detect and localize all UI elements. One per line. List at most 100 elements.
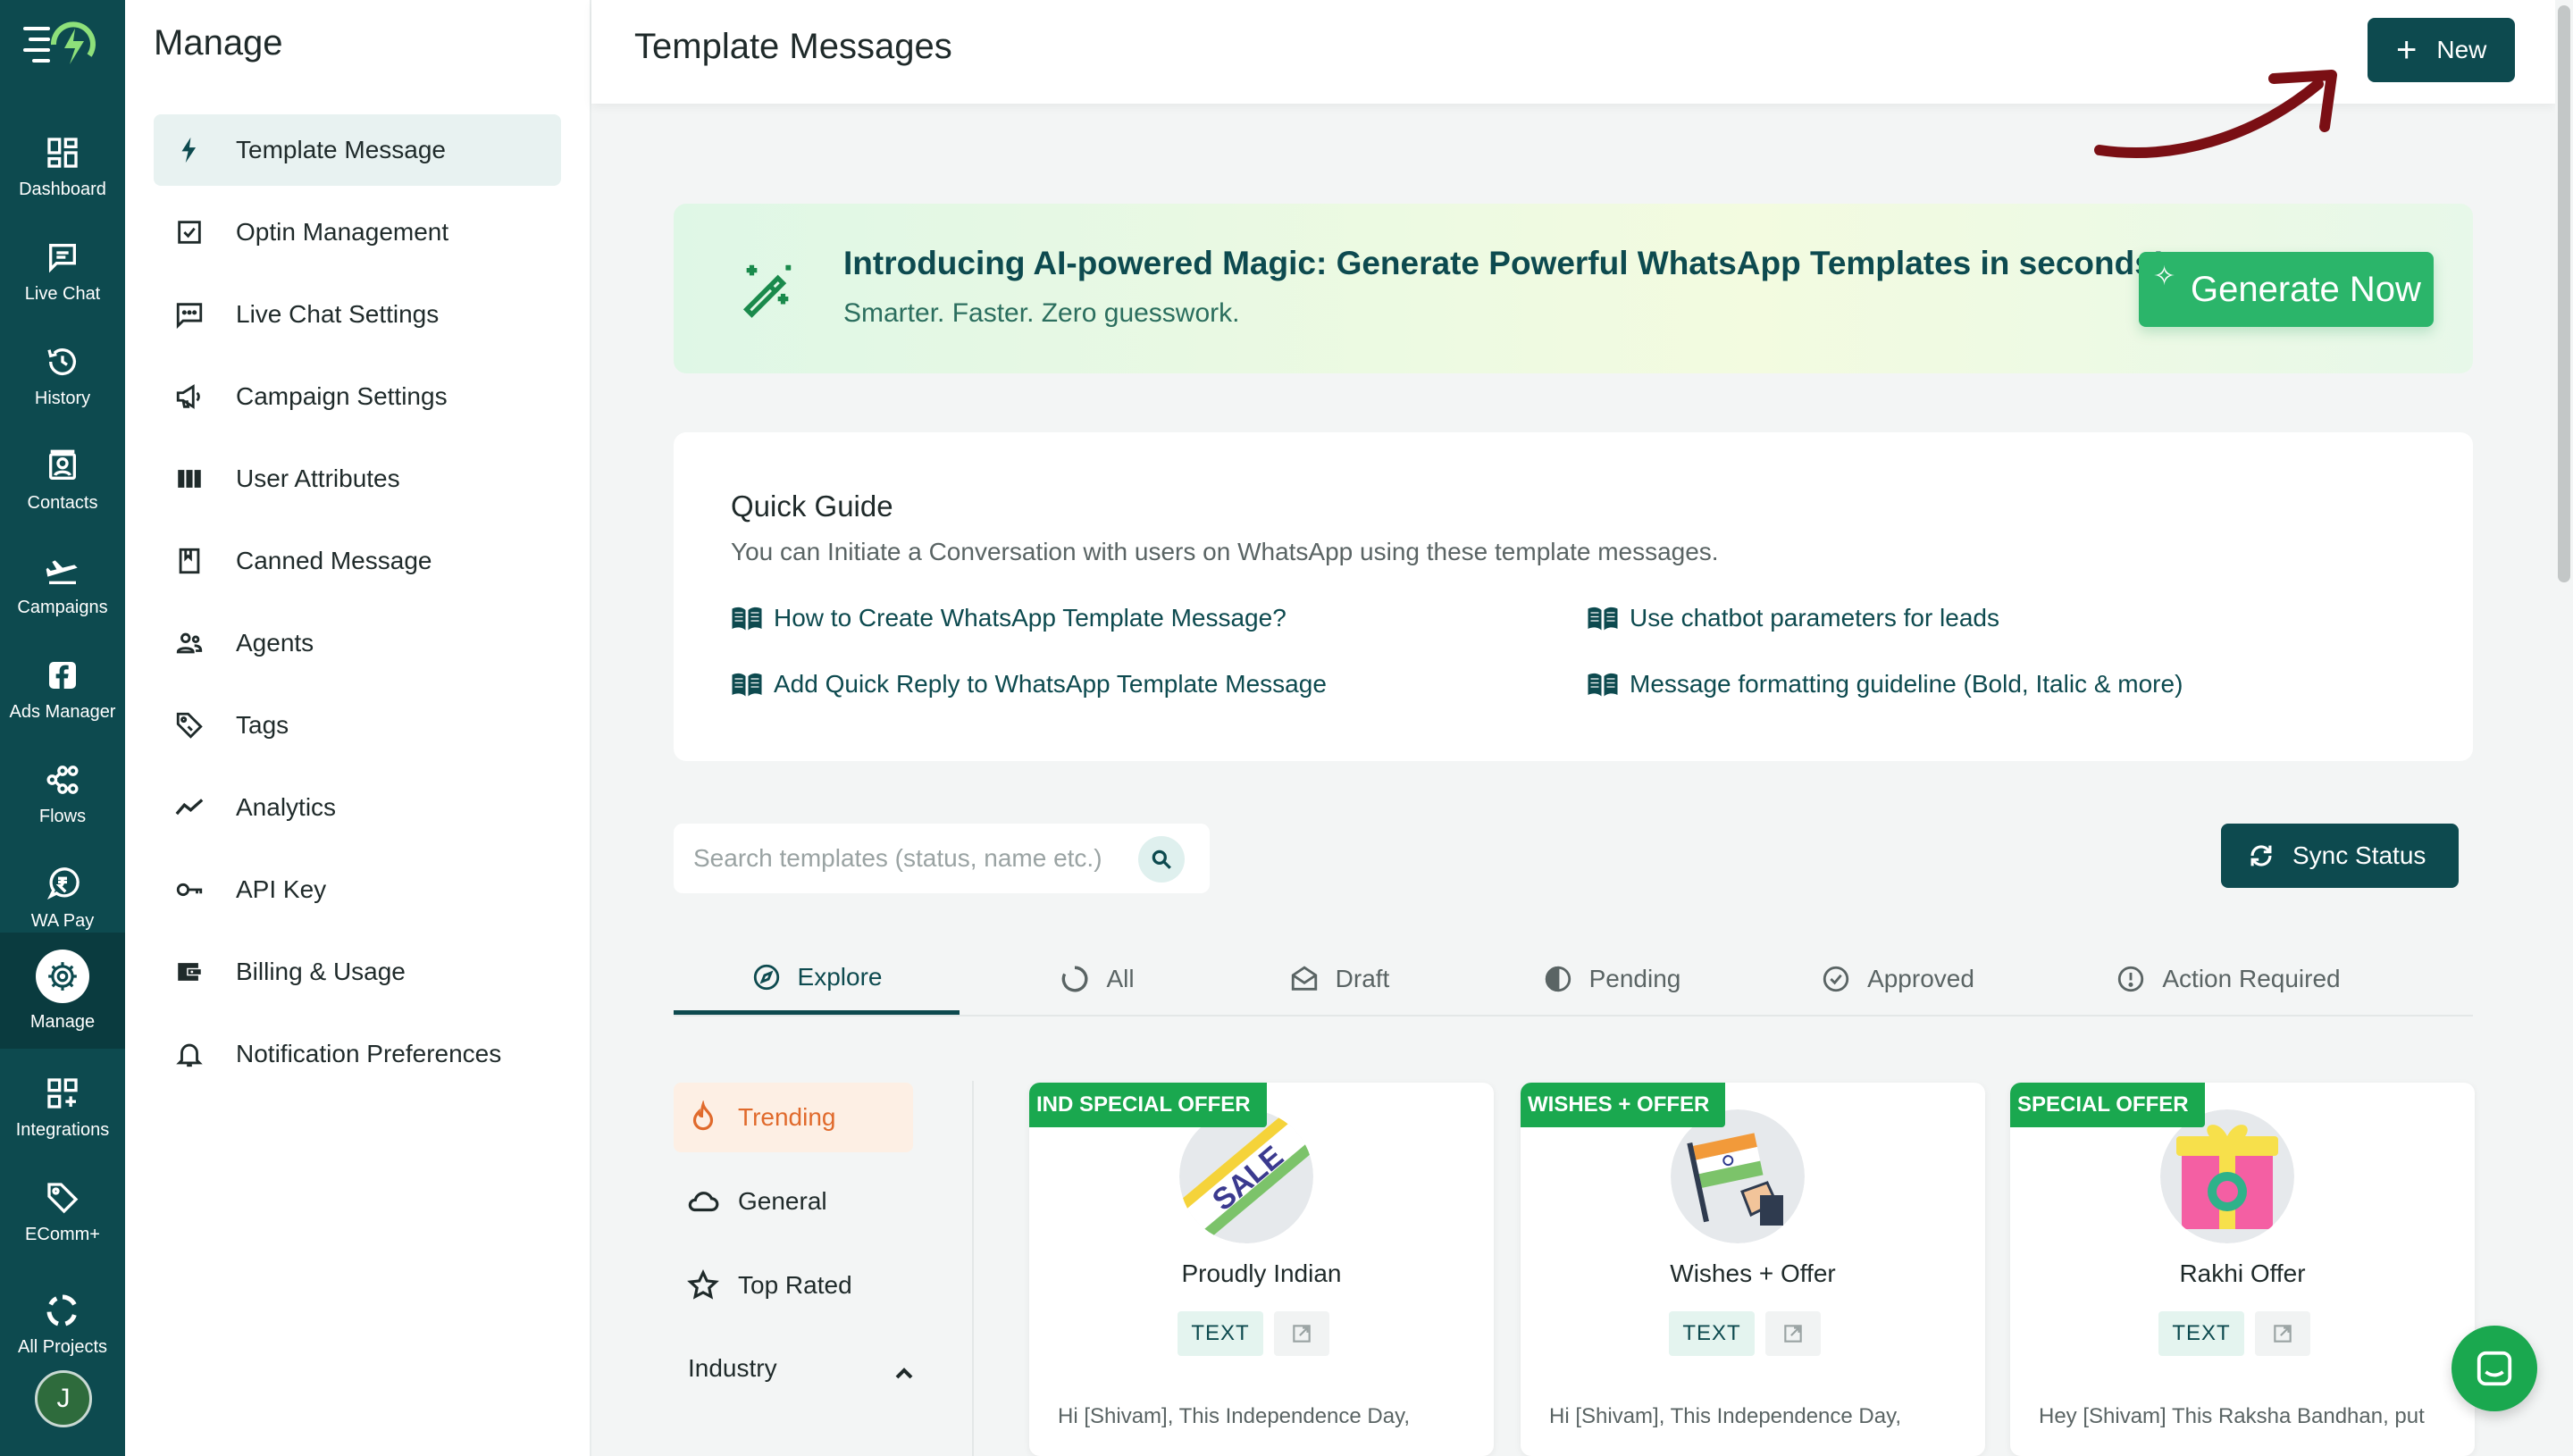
tab-approved[interactable]: Approved — [1764, 943, 2032, 1015]
search-input[interactable] — [693, 840, 1140, 877]
fire-icon — [692, 1100, 714, 1131]
app-logo-icon[interactable] — [21, 20, 100, 70]
integrations-icon — [47, 1077, 78, 1109]
tab-all[interactable]: All — [1008, 943, 1186, 1015]
book-icon — [1588, 607, 1618, 631]
guide-link[interactable]: How to Create WhatsApp Template Message? — [731, 604, 1286, 632]
template-card[interactable]: WISHES + OFFER Wishes + Offer TEXT Hi [S… — [1521, 1083, 1985, 1456]
scrollbar-thumb[interactable] — [2558, 5, 2570, 582]
generate-now-label: Generate Now — [2191, 269, 2421, 309]
card-badge: IND SPECIAL OFFER — [1029, 1083, 1267, 1127]
rail-item-contacts[interactable]: Contacts — [0, 431, 125, 530]
category-top-rated[interactable]: Top Rated — [674, 1251, 913, 1320]
category-trending[interactable]: Trending — [674, 1083, 913, 1152]
tab-label: Draft — [1335, 965, 1390, 992]
sidebar-item-billing-usage[interactable]: Billing & Usage — [154, 936, 561, 1008]
sidebar-item-label: API Key — [236, 875, 327, 903]
open-template-button[interactable] — [1274, 1311, 1329, 1356]
card-title: Wishes + Offer — [1670, 1259, 1836, 1287]
gear-icon-wrap — [36, 949, 89, 1003]
rail-label: Manage — [29, 1011, 96, 1032]
rail-item-manage[interactable]: Manage — [0, 933, 125, 1049]
sync-status-button[interactable]: Sync Status — [2221, 824, 2459, 888]
sidebar-item-label: Agents — [236, 629, 314, 657]
rail-label: Integrations — [15, 1119, 110, 1140]
sidebar-item-api-key[interactable]: API Key — [154, 854, 561, 925]
card-type-badge: TEXT — [1178, 1311, 1263, 1356]
analytics-icon — [173, 791, 205, 824]
chat-icon — [49, 243, 76, 272]
card-type-badge: TEXT — [2158, 1311, 2244, 1356]
sidebar-item-optin-management[interactable]: Optin Management — [154, 197, 561, 268]
compass-icon — [753, 964, 779, 990]
external-link-icon — [1784, 1325, 1802, 1343]
category-divider — [972, 1081, 974, 1456]
avatar[interactable]: J — [35, 1370, 92, 1427]
sync-status-label: Sync Status — [2292, 841, 2426, 869]
industry-heading[interactable]: Industry — [688, 1354, 777, 1383]
card-title: Rakhi Offer — [2179, 1259, 2306, 1287]
rail-label: Ads Manager — [9, 701, 116, 722]
tab-draft[interactable]: Draft — [1236, 943, 1442, 1015]
category-label: Trending — [738, 1103, 836, 1131]
tags-icon — [173, 709, 205, 741]
agents-icon — [173, 627, 205, 659]
support-chat-button[interactable] — [2451, 1326, 2537, 1411]
checkbox-icon — [173, 216, 205, 248]
search-button[interactable] — [1138, 836, 1185, 883]
open-template-button[interactable] — [2255, 1311, 2310, 1356]
rail-item-integrations[interactable]: Integrations — [0, 1059, 125, 1157]
sidebar-item-label: Template Message — [236, 136, 447, 163]
envelope-icon — [1291, 966, 1317, 991]
rail-item-all-projects[interactable]: All Projects — [0, 1276, 125, 1374]
tab-label: All — [1106, 965, 1135, 992]
sidebar-item-tags[interactable]: Tags — [154, 690, 561, 761]
open-template-button[interactable] — [1765, 1311, 1821, 1356]
bookmark-icon — [173, 545, 205, 577]
sidebar-item-user-attributes[interactable]: User Attributes — [154, 443, 561, 515]
rail-label: Flows — [38, 806, 87, 826]
search-icon — [1152, 849, 1171, 869]
chat-bubble-icon — [2477, 1351, 2512, 1386]
sidebar-item-label: Notification Preferences — [236, 1040, 502, 1067]
flows-icon — [46, 765, 79, 794]
guide-link[interactable]: Message formatting guideline (Bold, Ital… — [1587, 670, 2183, 699]
ai-banner-title: Introducing AI-powered Magic: Generate P… — [843, 245, 2165, 281]
card-type-badge: TEXT — [1669, 1311, 1755, 1356]
sidebar-item-template-message[interactable]: Template Message — [154, 114, 561, 186]
guide-link[interactable]: Add Quick Reply to WhatsApp Template Mes… — [731, 670, 1327, 699]
sidebar-item-analytics[interactable]: Analytics — [154, 772, 561, 843]
sidebar-item-live-chat-settings[interactable]: Live Chat Settings — [154, 279, 561, 350]
chevron-up-icon[interactable] — [890, 1360, 918, 1388]
key-icon — [173, 874, 205, 906]
sidebar-item-canned-message[interactable]: Canned Message — [154, 525, 561, 597]
rail-item-flows[interactable]: Flows — [0, 745, 125, 843]
rail-item-ecomm[interactable]: EComm+ — [0, 1163, 125, 1261]
contacts-icon — [49, 449, 76, 480]
sidebar-item-notification-preferences[interactable]: Notification Preferences — [154, 1018, 561, 1090]
sidebar-item-agents[interactable]: Agents — [154, 607, 561, 679]
rail-label: Contacts — [27, 492, 98, 513]
rail-item-campaigns[interactable]: Campaigns — [0, 536, 125, 634]
category-general[interactable]: General — [674, 1167, 913, 1236]
rail-item-dashboard[interactable]: Dashboard — [0, 118, 125, 216]
sidebar-item-label: Optin Management — [236, 218, 449, 246]
template-card[interactable]: SALE IND SPECIAL OFFER Proudly Indian TE… — [1029, 1083, 1494, 1456]
alert-icon — [2118, 966, 2144, 992]
bolt-icon — [173, 134, 205, 166]
facebook-icon — [49, 661, 76, 689]
wallet-icon — [173, 956, 205, 988]
new-template-button[interactable]: + New — [2368, 18, 2516, 82]
cloud-icon — [688, 1192, 719, 1212]
tab-pending[interactable]: Pending — [1478, 943, 1746, 1015]
tab-action-required[interactable]: Action Required — [2058, 943, 2398, 1015]
guide-link[interactable]: Use chatbot parameters for leads — [1587, 604, 1999, 632]
dashboard-icon — [47, 137, 78, 168]
tab-explore[interactable]: Explore — [674, 943, 960, 1015]
sidebar-item-campaign-settings[interactable]: Campaign Settings — [154, 361, 561, 432]
rail-item-live-chat[interactable]: Live Chat — [0, 222, 125, 321]
generate-now-button[interactable]: ✧ Generate Now — [2139, 252, 2434, 327]
rail-item-ads-manager[interactable]: Ads Manager — [0, 640, 125, 739]
rail-item-history[interactable]: History — [0, 327, 125, 425]
template-card[interactable]: SPECIAL OFFER Rakhi Offer TEXT Hey [Shiv… — [2010, 1083, 2475, 1456]
